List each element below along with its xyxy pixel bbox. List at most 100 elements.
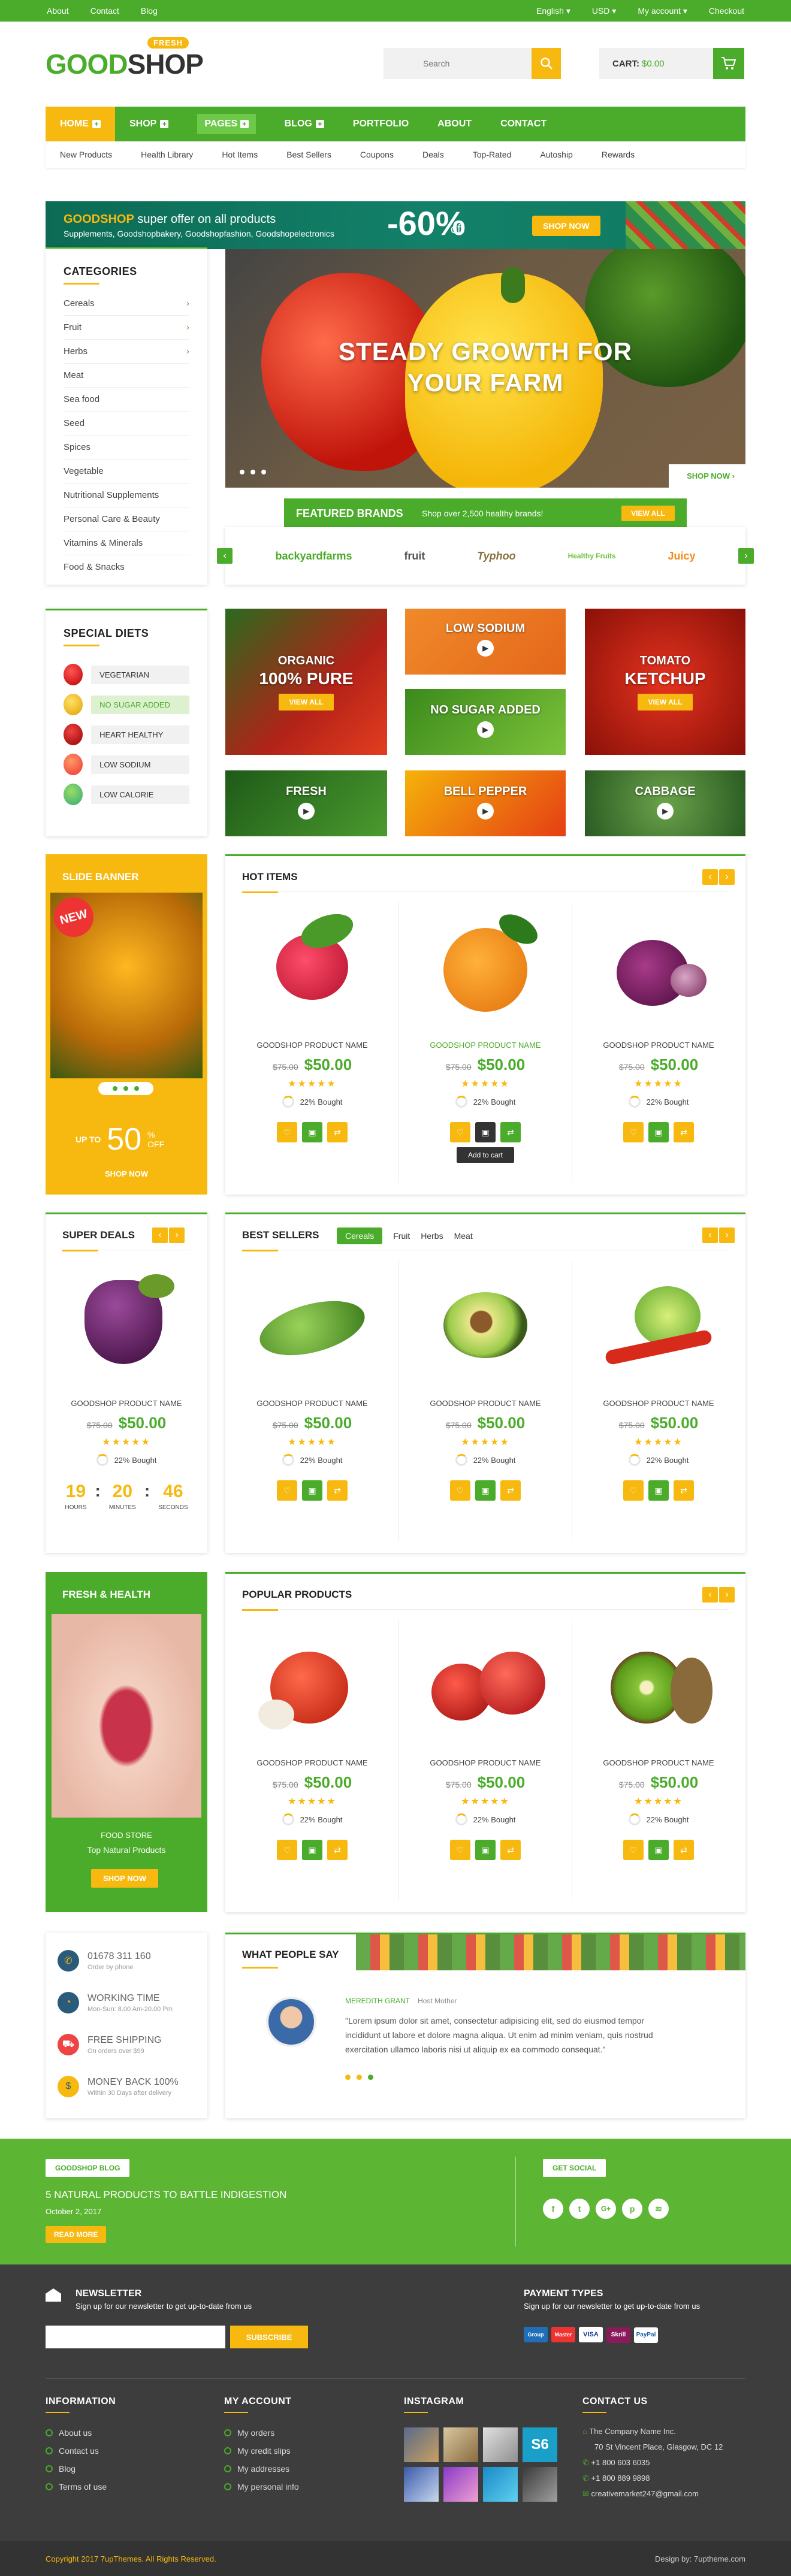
language-select[interactable]: English ▾ <box>536 6 570 16</box>
chevron-left-icon[interactable]: ‹ <box>702 1587 718 1603</box>
cart-summary[interactable]: CART: $0.00 <box>599 48 744 79</box>
footer-link[interactable]: My orders <box>224 2424 299 2442</box>
facebook-icon[interactable]: f <box>543 2199 563 2219</box>
instagram-photo[interactable] <box>443 2467 478 2502</box>
diet-item[interactable]: HEART HEALTHY <box>64 719 189 749</box>
product-card[interactable]: GOODSHOP PRODUCT NAME $75.00 $50.00 ★★★★★… <box>407 1268 563 1501</box>
subnav-coupons[interactable]: Coupons <box>346 150 408 159</box>
footer-link[interactable]: Contact us <box>46 2442 116 2460</box>
tile-cabbage[interactable]: CABBAGE ▶ <box>585 770 745 836</box>
tile-bell-pepper[interactable]: BELL PEPPER ▶ <box>405 770 566 836</box>
play-icon[interactable]: ▶ <box>477 640 494 657</box>
product-name[interactable]: GOODSHOP PRODUCT NAME <box>581 1758 736 1767</box>
footer-link[interactable]: Blog <box>46 2460 116 2478</box>
slide-banner-dots[interactable] <box>98 1082 153 1095</box>
nav-home[interactable]: HOME + <box>46 107 115 141</box>
product-card[interactable]: GOODSHOP PRODUCT NAME $75.00 $50.00 ★★★★★… <box>581 1628 736 1860</box>
nav-contact[interactable]: CONTACT <box>486 107 561 141</box>
chevron-right-icon[interactable]: › <box>719 1587 735 1603</box>
search-button[interactable] <box>532 48 561 79</box>
pinterest-icon[interactable]: p <box>622 2199 642 2219</box>
category-item[interactable]: Vitamins & Minerals <box>64 531 189 555</box>
newsletter-email-input[interactable] <box>46 2326 225 2348</box>
wishlist-heart-icon[interactable]: ♡ <box>277 1480 297 1501</box>
diet-item[interactable]: NO SUGAR ADDED <box>64 690 189 719</box>
compare-icon[interactable]: ⇄ <box>674 1840 694 1860</box>
add-to-cart-bag-icon[interactable]: ▣ <box>302 1480 322 1501</box>
subscribe-button[interactable]: SUBSCRIBE <box>230 2326 308 2348</box>
add-to-cart-bag-icon[interactable]: ▣ <box>648 1480 669 1501</box>
instagram-photo[interactable] <box>483 2427 518 2462</box>
brand-logo[interactable]: backyardfarms <box>275 550 352 563</box>
category-item[interactable]: Cereals › <box>64 292 189 316</box>
wishlist-heart-icon[interactable]: ♡ <box>450 1122 470 1142</box>
subnav-top-rated[interactable]: Top-Rated <box>458 150 526 159</box>
category-item[interactable]: Meat <box>64 364 189 388</box>
tab-fruit[interactable]: Fruit <box>393 1231 410 1241</box>
fresh-health-banner[interactable]: FRESH & HEALTH FOOD STORE Top Natural Pr… <box>46 1572 207 1912</box>
blog-badge[interactable]: GOODSHOP BLOG <box>46 2159 130 2177</box>
footer-link[interactable]: Terms of use <box>46 2478 116 2496</box>
play-icon[interactable]: ▶ <box>657 803 674 820</box>
view-all-button[interactable]: VIEW ALL <box>637 694 693 710</box>
add-to-cart-bag-icon[interactable]: ▣ <box>475 1840 496 1860</box>
tile-tomato[interactable]: TOMATO KETCHUP VIEW ALL <box>585 609 745 755</box>
product-name[interactable]: GOODSHOP PRODUCT NAME <box>234 1399 390 1408</box>
brand-logo[interactable]: Juicy <box>668 550 696 563</box>
tile-fresh[interactable]: FRESH ▶ <box>225 770 387 836</box>
chevron-left-icon[interactable]: ‹ <box>702 869 718 885</box>
design-by[interactable]: Design by: 7uptheme.com <box>655 2554 745 2563</box>
wishlist-heart-icon[interactable]: ♡ <box>277 1122 297 1142</box>
subnav-hot-items[interactable]: Hot Items <box>207 150 272 159</box>
brand-logo[interactable]: Typhoo <box>477 550 515 563</box>
search-input[interactable] <box>384 48 532 79</box>
fresh-health-shop-now[interactable]: SHOP NOW <box>91 1869 158 1888</box>
product-name[interactable]: GOODSHOP PRODUCT NAME <box>407 1041 563 1050</box>
hero-slider[interactable]: STEADY GROWTH FOR YOUR FARM SHOP NOW › <box>225 249 745 488</box>
wishlist-heart-icon[interactable]: ♡ <box>623 1480 644 1501</box>
category-item[interactable]: Sea food <box>64 388 189 412</box>
featured-view-all-button[interactable]: VIEW ALL <box>621 506 675 521</box>
product-name[interactable]: GOODSHOP PRODUCT NAME <box>234 1041 390 1050</box>
product-name[interactable]: GOODSHOP PRODUCT NAME <box>49 1399 204 1408</box>
play-icon[interactable]: ▶ <box>298 803 315 820</box>
subnav-deals[interactable]: Deals <box>408 150 458 159</box>
nav-about[interactable]: ABOUT <box>423 107 486 141</box>
instagram-photo[interactable] <box>404 2427 439 2462</box>
twitter-icon[interactable]: t <box>569 2199 590 2219</box>
wishlist-heart-icon[interactable]: ♡ <box>450 1480 470 1501</box>
product-name[interactable]: GOODSHOP PRODUCT NAME <box>581 1399 736 1408</box>
instagram-photo[interactable] <box>483 2467 518 2502</box>
account-menu[interactable]: My account ▾ <box>638 6 687 16</box>
product-card[interactable]: GOODSHOP PRODUCT NAME $75.00 $50.00 ★★★★★… <box>234 1628 390 1860</box>
play-icon[interactable]: ▶ <box>477 803 494 820</box>
brand-logo[interactable]: Healthy Fruits <box>568 552 616 560</box>
slide-banner-shop-now[interactable]: SHOP NOW <box>46 1169 207 1178</box>
currency-select[interactable]: USD ▾ <box>592 6 616 16</box>
cart-button[interactable] <box>713 48 744 79</box>
subnav-new-products[interactable]: New Products <box>46 150 126 159</box>
category-item[interactable]: Nutritional Supplements <box>64 483 189 507</box>
chevron-right-icon[interactable]: › <box>719 1227 735 1243</box>
subnav-rewards[interactable]: Rewards <box>587 150 649 159</box>
instagram-photo[interactable]: S6 <box>523 2427 557 2462</box>
view-all-button[interactable]: VIEW ALL <box>278 694 334 710</box>
product-card[interactable]: GOODSHOP PRODUCT NAME $75.00 $50.00 ★★★★★… <box>49 1268 204 1511</box>
product-card[interactable]: GOODSHOP PRODUCT NAME $75.00 $50.00 ★★★★★… <box>234 908 390 1142</box>
category-item[interactable]: Herbs › <box>64 340 189 364</box>
compare-icon[interactable]: ⇄ <box>500 1840 521 1860</box>
wishlist-heart-icon[interactable]: ♡ <box>623 1122 644 1142</box>
tab-meat[interactable]: Meat <box>454 1231 473 1241</box>
subnav-autoship[interactable]: Autoship <box>526 150 587 159</box>
diet-item[interactable]: LOW CALORIE <box>64 779 189 809</box>
add-to-cart-bag-icon[interactable]: ▣ <box>648 1840 669 1860</box>
play-icon[interactable]: ▶ <box>477 721 494 738</box>
add-to-cart-bag-icon[interactable]: ▣ <box>648 1122 669 1142</box>
compare-icon[interactable]: ⇄ <box>500 1480 521 1501</box>
top-link-blog[interactable]: Blog <box>141 6 158 16</box>
compare-icon[interactable]: ⇄ <box>327 1480 348 1501</box>
slide-banner[interactable]: SLIDE BANNER NEW UP TO 50 % OFF SHOP NOW <box>46 854 207 1195</box>
product-name[interactable]: GOODSHOP PRODUCT NAME <box>581 1041 736 1050</box>
category-item[interactable]: Food & Snacks <box>64 555 189 579</box>
category-item[interactable]: Vegetable <box>64 459 189 483</box>
